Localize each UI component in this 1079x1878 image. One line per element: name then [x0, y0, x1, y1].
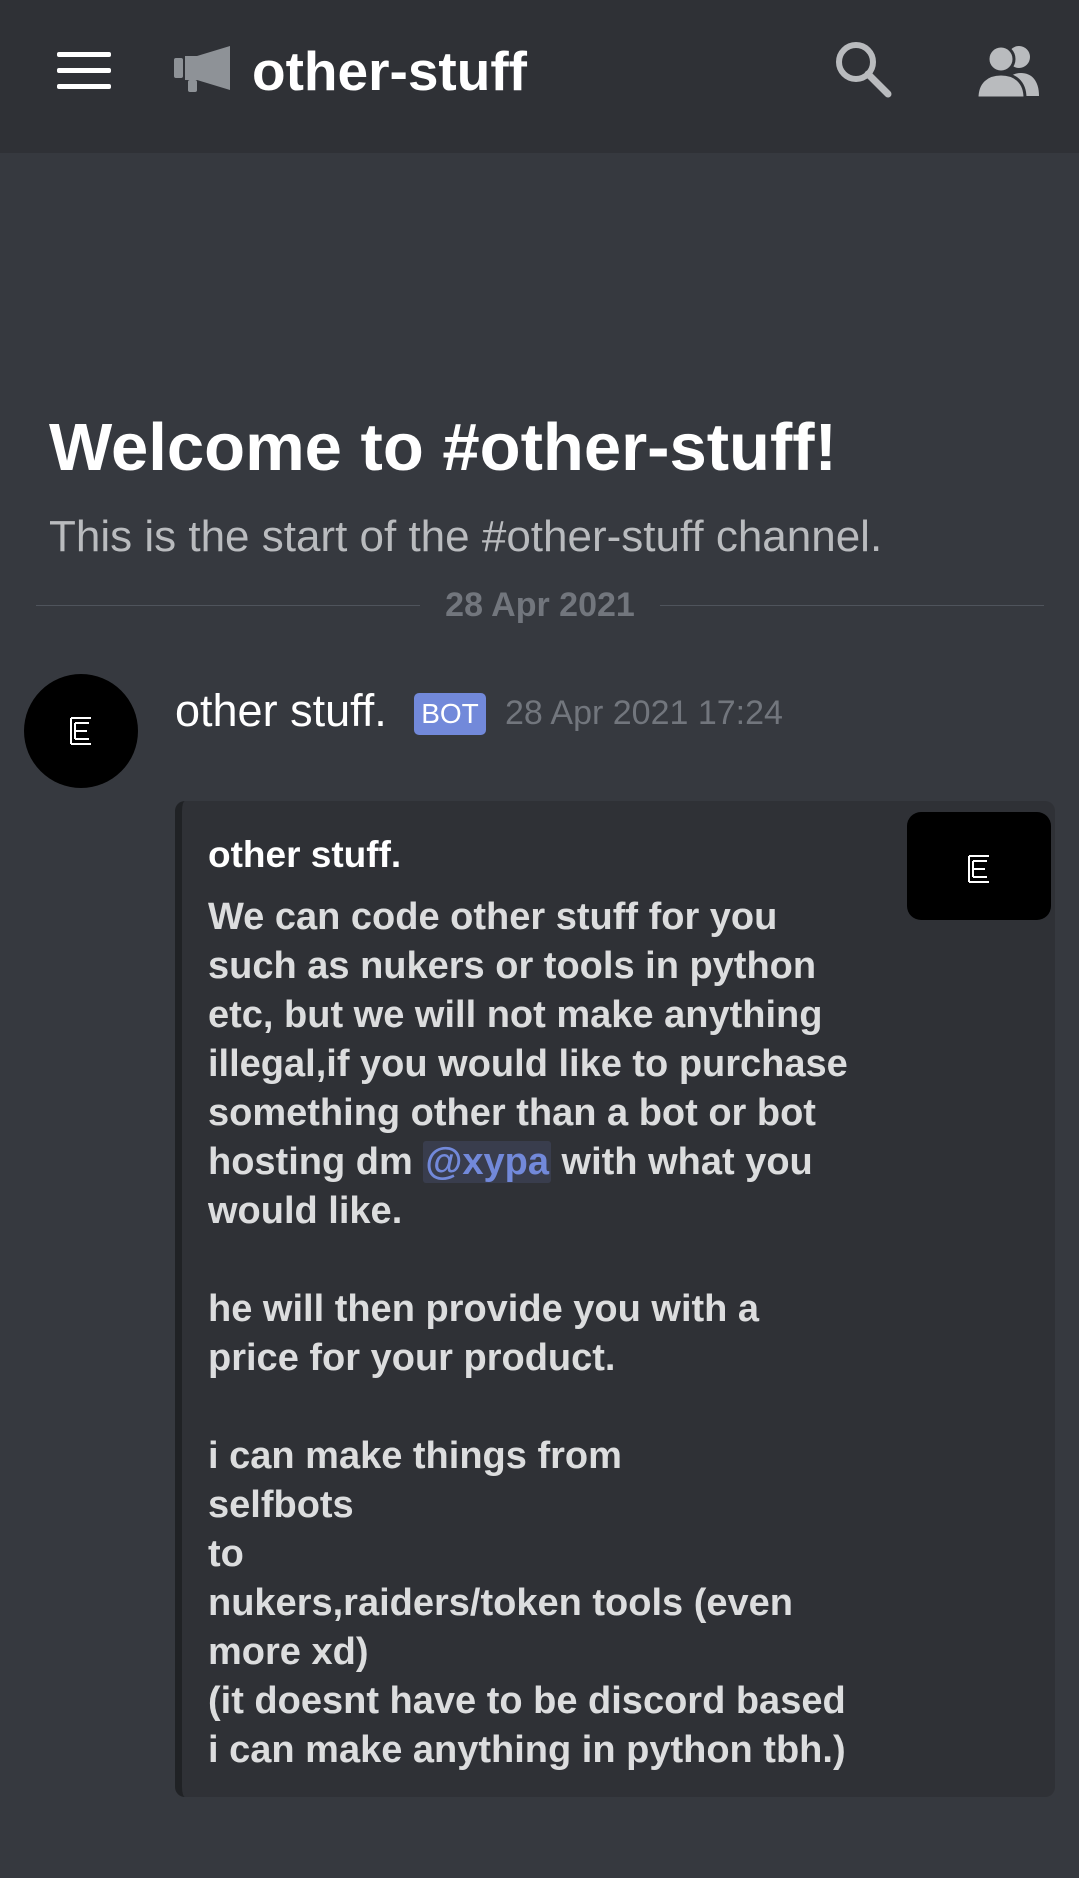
embed-line: illegal,if you would like to purchase — [208, 1043, 848, 1085]
channel-header: other-stuff — [0, 0, 1079, 153]
embed-line-with-mention: hosting dm @xypa with what you — [208, 1138, 888, 1187]
embed-line: such as nukers or tools in python — [208, 945, 817, 987]
welcome-subtitle: This is the start of the #other-stuff ch… — [49, 512, 883, 561]
embed-blank-line — [208, 1383, 888, 1432]
divider-line-right — [660, 605, 1044, 606]
embed-line: We can code other stuff for you — [208, 896, 778, 938]
bot-avatar[interactable] — [24, 674, 138, 788]
channel-title: other-stuff — [252, 40, 527, 102]
embed-blank-line — [208, 1236, 888, 1285]
embed-line: etc, but we will not make anything — [208, 994, 823, 1036]
embed-thumbnail-logo-icon — [968, 855, 989, 883]
divider-date: 28 Apr 2021 — [445, 586, 635, 624]
members-icon[interactable] — [975, 42, 1041, 100]
embed-title: other stuff. — [208, 834, 402, 875]
embed-line: i can make anything in python tbh.) — [208, 1729, 846, 1771]
embed-line: something other than a bot or bot — [208, 1092, 816, 1134]
embed-text: with what you — [550, 1141, 813, 1183]
message-author[interactable]: other stuff. — [175, 684, 387, 738]
bot-badge: BOT — [414, 693, 486, 735]
message-embed: other stuff. We can code other stuff for… — [175, 801, 1055, 1797]
embed-line: selfbots — [208, 1484, 354, 1526]
welcome-title: Welcome to #other-stuff! — [49, 410, 837, 485]
user-mention[interactable]: @xypa — [423, 1141, 551, 1183]
embed-line: more xd) — [208, 1631, 369, 1673]
date-divider: 28 Apr 2021 — [36, 586, 1044, 624]
embed-line: price for your product. — [208, 1337, 616, 1379]
embed-line: (it doesnt have to be discord based — [208, 1680, 846, 1722]
embed-line: to — [208, 1533, 244, 1575]
embed-line: would like. — [208, 1190, 403, 1232]
embed-description: We can code other stuff for you such as … — [208, 893, 888, 1775]
search-icon[interactable] — [834, 40, 892, 98]
embed-line: i can make things from — [208, 1435, 622, 1477]
embed-thumbnail[interactable] — [907, 812, 1051, 920]
embed-line: he will then provide you with a — [208, 1288, 760, 1330]
message-timestamp: 28 Apr 2021 17:24 — [505, 694, 783, 732]
divider-line-left — [36, 605, 420, 606]
bot-avatar-logo-icon — [70, 717, 91, 745]
embed-text: hosting dm — [208, 1141, 424, 1183]
hamburger-menu-icon[interactable] — [54, 50, 114, 92]
announcement-megaphone-icon — [172, 45, 234, 95]
embed-line: nukers,raiders/token tools (even — [208, 1582, 793, 1624]
